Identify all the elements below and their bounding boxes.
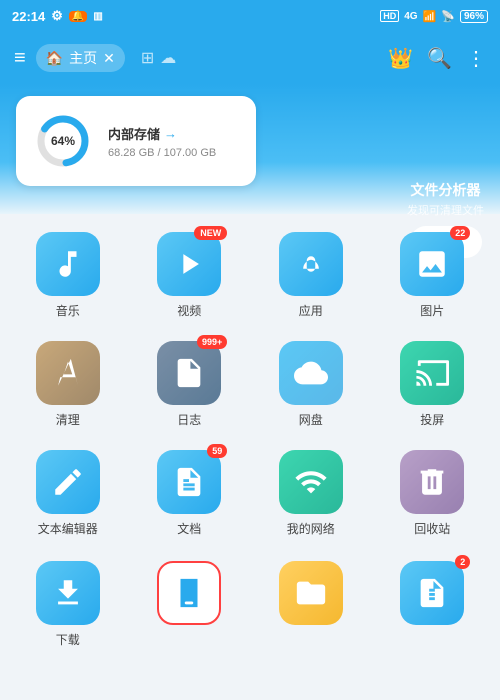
app-item-cloud[interactable]: 网盘 xyxy=(253,333,369,436)
app-icon-clean xyxy=(36,341,100,405)
app-label-cast: 投屏 xyxy=(420,411,444,428)
app-grid: 音乐 NEW 视频 应用 22 图片清理 999+ 日志 网盘 投屏文本编辑器 59 文档 我的网络 回收… xyxy=(10,224,490,553)
app-label-download: 下载 xyxy=(56,631,80,648)
app-icon-network xyxy=(279,450,343,514)
app-item-log[interactable]: 999+ 日志 xyxy=(132,333,248,436)
analyzer-subtitle: 发现可清理文件 xyxy=(407,202,484,218)
app-icon-doc: 59 xyxy=(157,450,221,514)
battery-icon: 96% xyxy=(460,10,488,23)
app-icon-cast xyxy=(400,341,464,405)
storage-donut: 64% xyxy=(34,112,92,170)
app-icon-editor xyxy=(36,450,100,514)
tab-bar[interactable]: 🏠 主页 ✕ xyxy=(36,44,125,72)
toolbar: ≡ 🏠 主页 ✕ ⊞ ☁ 👑 🔍 ⋮ xyxy=(0,32,500,84)
tab-home-icon: 🏠 xyxy=(46,50,63,67)
app-label-music: 音乐 xyxy=(56,302,80,319)
app-icon-music xyxy=(36,232,100,296)
app-label-editor: 文本编辑器 xyxy=(38,520,98,537)
app-item-folder[interactable] xyxy=(253,553,369,656)
app-label-trash: 回收站 xyxy=(414,520,450,537)
app-icon-folder xyxy=(279,561,343,625)
app-icon-phone xyxy=(157,561,221,625)
badge-zip: 2 xyxy=(455,555,470,569)
app-item-app[interactable]: 应用 xyxy=(253,224,369,327)
badge-video: NEW xyxy=(194,226,227,240)
settings-icon: ⚙ xyxy=(51,8,63,24)
toolbar-right: 👑 🔍 ⋮ xyxy=(388,46,486,71)
app-icon-trash xyxy=(400,450,464,514)
tab-label: 主页 xyxy=(69,48,97,68)
storage-percent: 64% xyxy=(51,134,75,148)
hd-icon: HD xyxy=(380,10,399,22)
4g-icon: 4G xyxy=(404,11,417,22)
app-label-app: 应用 xyxy=(299,302,323,319)
bottom-row: 下载 2 xyxy=(0,553,500,666)
app-item-trash[interactable]: 回收站 xyxy=(375,442,491,545)
app-icon-zip: 2 xyxy=(400,561,464,625)
app-item-zip[interactable]: 2 xyxy=(375,553,491,656)
app-grid-section: 音乐 NEW 视频 应用 22 图片清理 999+ 日志 网盘 投屏文本编辑器 59 文档 我的网络 回收… xyxy=(0,214,500,553)
app-label-clean: 清理 xyxy=(56,411,80,428)
storage-arrow-icon: → xyxy=(164,126,177,141)
status-bar: 22:14 ⚙ 🔔 ▥ HD 4G 📶 📡 96% xyxy=(0,0,500,32)
app-item-music[interactable]: 音乐 xyxy=(10,224,126,327)
app-icon-image: 22 xyxy=(400,232,464,296)
grid-icon: ⊞ xyxy=(141,48,154,68)
app-label-cloud: 网盘 xyxy=(299,411,323,428)
signal-icon: 📶 xyxy=(423,10,437,23)
storage-title: 内部存储 → xyxy=(108,124,238,143)
storage-usage: 68.28 GB / 107.00 GB xyxy=(108,147,238,159)
storage-card[interactable]: 64% 内部存储 → 68.28 GB / 107.00 GB xyxy=(16,96,256,186)
more-menu-icon[interactable]: ⋮ xyxy=(466,46,486,71)
app-icon-log: 999+ xyxy=(157,341,221,405)
badge-image: 22 xyxy=(450,226,470,240)
status-time-area: 22:14 ⚙ 🔔 ▥ xyxy=(12,8,103,24)
app-item-clean[interactable]: 清理 xyxy=(10,333,126,436)
cloud-icon: ☁ xyxy=(160,48,176,68)
app-icon-video: NEW xyxy=(157,232,221,296)
app-item-cast[interactable]: 投屏 xyxy=(375,333,491,436)
hamburger-menu[interactable]: ≡ xyxy=(14,47,26,70)
tab-close-button[interactable]: ✕ xyxy=(103,50,115,67)
app-icon-download xyxy=(36,561,100,625)
app-item-editor[interactable]: 文本编辑器 xyxy=(10,442,126,545)
analyzer-title: 文件分析器 xyxy=(407,180,484,200)
badge-doc: 59 xyxy=(207,444,227,458)
app-icon-app xyxy=(279,232,343,296)
search-icon[interactable]: 🔍 xyxy=(427,46,452,71)
status-icons: HD 4G 📶 📡 96% xyxy=(380,10,488,23)
status-time: 22:14 xyxy=(12,9,45,24)
tab-extra-icons: ⊞ ☁ xyxy=(141,48,176,68)
notification-icon: 🔔 xyxy=(69,11,87,22)
app-icon-cloud xyxy=(279,341,343,405)
app-item-phone[interactable] xyxy=(132,553,248,656)
app-label-image: 图片 xyxy=(420,302,444,319)
app-item-image[interactable]: 22 图片 xyxy=(375,224,491,327)
app-label-doc: 文档 xyxy=(177,520,201,537)
app-item-video[interactable]: NEW 视频 xyxy=(132,224,248,327)
wifi-icon: 📡 xyxy=(441,10,455,23)
toolbar-left: ≡ 🏠 主页 ✕ ⊞ ☁ xyxy=(14,44,176,72)
crown-icon[interactable]: 👑 xyxy=(388,46,413,71)
blue-section: 64% 内部存储 → 68.28 GB / 107.00 GB 文件分析器 发现… xyxy=(0,84,500,214)
app-label-network: 我的网络 xyxy=(287,520,335,537)
storage-info: 内部存储 → 68.28 GB / 107.00 GB xyxy=(108,124,238,159)
app-item-download[interactable]: 下载 xyxy=(10,553,126,656)
extra-icon: ▥ xyxy=(93,11,102,22)
badge-log: 999+ xyxy=(197,335,227,349)
app-item-network[interactable]: 我的网络 xyxy=(253,442,369,545)
app-label-video: 视频 xyxy=(177,302,201,319)
app-item-doc[interactable]: 59 文档 xyxy=(132,442,248,545)
app-label-log: 日志 xyxy=(177,411,201,428)
